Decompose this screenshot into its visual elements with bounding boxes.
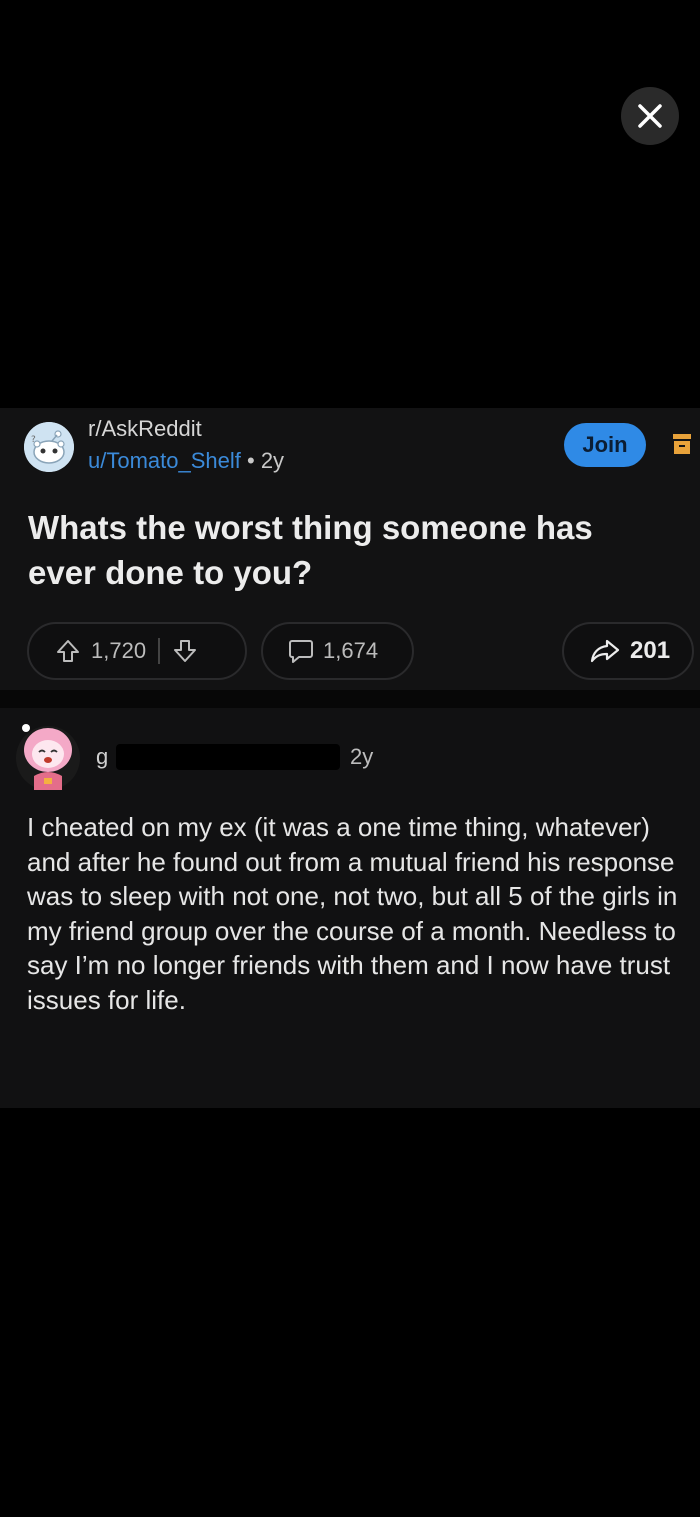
downvote-icon — [174, 640, 197, 662]
comment: g 2y I cheated on my ex (it was a one ti… — [0, 708, 700, 1108]
commenter-username[interactable]: g — [96, 744, 108, 770]
subreddit-avatar[interactable]: ? — [24, 422, 74, 472]
comment-body[interactable]: I cheated on my ex (it was a one time th… — [27, 810, 692, 1017]
post-meta: u/Tomato_Shelf • 2y — [88, 448, 284, 474]
comment-icon-wrap — [287, 637, 315, 665]
comment-age: 2y — [350, 744, 374, 769]
join-button[interactable]: Join — [564, 423, 646, 467]
reddit-snoo-icon: ? — [24, 422, 74, 472]
post-title[interactable]: Whats the worst thing someone has ever d… — [28, 505, 668, 595]
post: ? r/AskReddit u/Tomato_Shelf • 2y Join W… — [0, 408, 700, 690]
post-age: 2y — [260, 448, 285, 473]
close-icon — [638, 104, 662, 128]
upvote-button[interactable] — [55, 638, 81, 664]
share-icon-wrap — [590, 637, 620, 665]
share-count: 201 — [630, 637, 671, 664]
subreddit-name[interactable]: r/AskReddit — [88, 416, 202, 442]
upvote-count: 1,720 — [91, 638, 147, 663]
redaction-bar — [116, 744, 340, 770]
share-icon — [590, 639, 620, 663]
comments-button[interactable]: 1,674 — [261, 622, 414, 680]
menu-icon[interactable] — [672, 433, 692, 455]
share-button[interactable]: 201 — [562, 622, 694, 680]
downvote-button[interactable] — [172, 638, 198, 664]
vote-divider — [158, 638, 161, 664]
vote-bar: 1,720 — [27, 622, 247, 680]
screenshot-card: ? r/AskReddit u/Tomato_Shelf • 2y Join W… — [0, 408, 700, 1108]
close-button[interactable] — [621, 87, 679, 145]
post-author[interactable]: u/Tomato_Shelf — [88, 448, 241, 473]
comment-icon — [289, 640, 313, 663]
svg-text:?: ? — [31, 435, 36, 445]
upvote-icon — [57, 640, 79, 662]
meta-separator: • — [240, 448, 261, 473]
join-button-label: Join — [582, 432, 628, 457]
post-comment-divider — [0, 690, 700, 708]
commenter-avatar[interactable] — [14, 720, 82, 792]
comment-count: 1,674 — [323, 638, 379, 663]
